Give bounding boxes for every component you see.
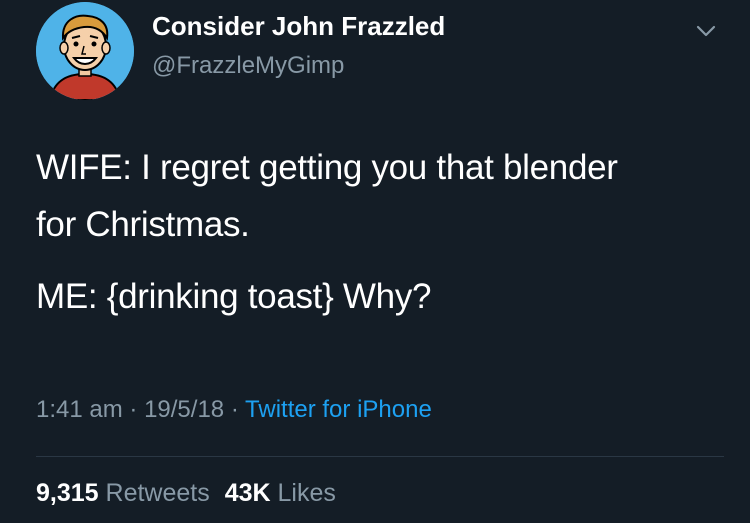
- retweets-count: 9,315: [36, 479, 99, 507]
- chevron-down-icon: [696, 25, 716, 37]
- tweet-time[interactable]: 1:41 am: [36, 396, 123, 423]
- retweets-stat[interactable]: 9,315 Retweets: [36, 479, 217, 507]
- cartoon-man-avatar-icon: [36, 2, 134, 100]
- tweet-metadata: 1:41 am · 19/5/18 · Twitter for iPhone: [36, 396, 432, 424]
- tweet-text-line: ME: {drinking toast} Why?: [36, 277, 432, 316]
- author-display-name[interactable]: Consider John Frazzled: [152, 11, 445, 42]
- tweet-text-line: for Christmas.: [36, 205, 250, 244]
- likes-count: 43K: [224, 479, 271, 507]
- retweets-label: Retweets: [105, 479, 210, 507]
- tweet-menu-button[interactable]: [694, 22, 718, 40]
- author-handle[interactable]: @FrazzleMyGimp: [152, 52, 344, 80]
- likes-stat[interactable]: 43K Likes: [225, 479, 336, 507]
- likes-label: Likes: [277, 479, 336, 507]
- engagement-stats: 9,315 Retweets 43K Likes: [36, 479, 336, 508]
- avatar[interactable]: [36, 2, 134, 100]
- meta-separator: ·: [129, 396, 138, 423]
- tweet-card: Consider John Frazzled @FrazzleMyGimp WI…: [0, 0, 750, 523]
- meta-separator: ·: [230, 396, 239, 423]
- tweet-text-line: WIFE: I regret getting you that blender: [36, 148, 618, 187]
- tweet-date[interactable]: 19/5/18: [144, 396, 224, 423]
- divider: [36, 456, 724, 457]
- tweet-source-link[interactable]: Twitter for iPhone: [245, 396, 432, 423]
